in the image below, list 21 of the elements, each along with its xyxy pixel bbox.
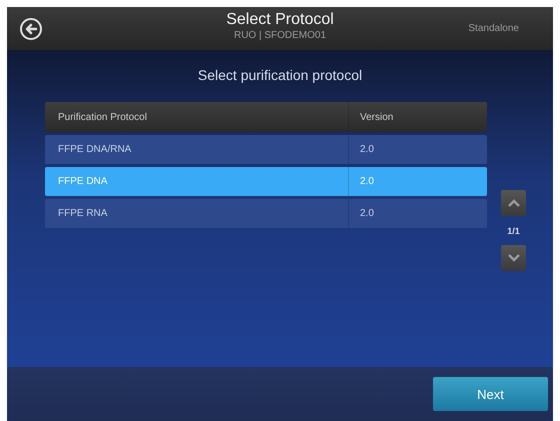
chevron-up-icon: [508, 199, 520, 207]
screen-subtitle: RUO | SFODEMO01: [234, 29, 326, 42]
table-cell-text: 2.0: [359, 144, 374, 155]
instruction-text: Select purification protocol: [196, 67, 364, 85]
table-cell-text: 2.0: [359, 176, 374, 187]
page-indicator: 1/1: [507, 226, 520, 236]
table-cell: FFPE DNA: [45, 167, 349, 196]
table-cell-text: 2.0: [359, 208, 374, 219]
protocol-row[interactable]: FFPE DNA/RNA 2.0: [45, 135, 487, 164]
chevron-down-icon: [508, 254, 520, 262]
table-cell: FFPE RNA: [45, 199, 349, 228]
column-header: Version: [359, 112, 394, 122]
page-down-button[interactable]: [501, 245, 526, 271]
table-cell: FFPE DNA/RNA: [45, 135, 349, 164]
protocol-row[interactable]: FFPE RNA 2.0: [45, 199, 487, 228]
page-up-button[interactable]: [501, 190, 526, 216]
mode-label: Standalone: [468, 23, 519, 34]
screen-title: Select Protocol: [226, 10, 334, 29]
column-header: Purification Protocol: [45, 102, 349, 132]
back-button[interactable]: [19, 16, 43, 40]
next-button[interactable]: Next: [433, 377, 548, 411]
